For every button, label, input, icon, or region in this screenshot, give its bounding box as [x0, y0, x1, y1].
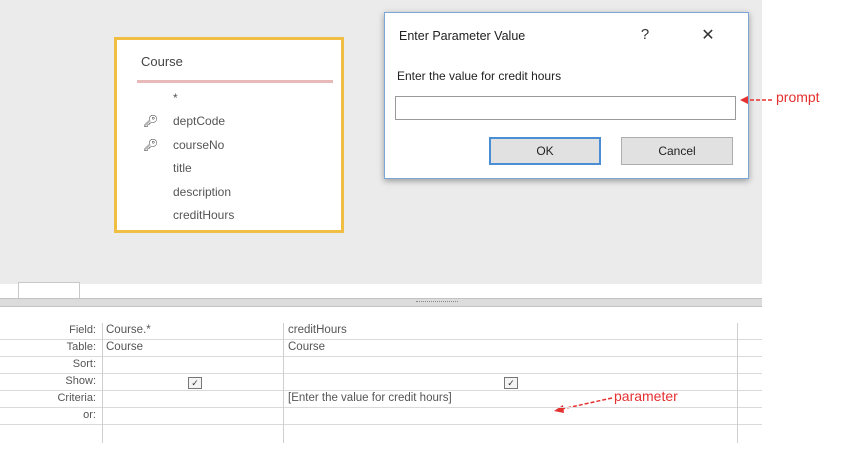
field-name: description	[173, 184, 232, 199]
field-item[interactable]: description	[143, 180, 234, 204]
help-icon[interactable]: ?	[635, 26, 655, 43]
cancel-button[interactable]: Cancel	[621, 137, 733, 165]
splitter-grip	[416, 301, 458, 304]
field-item[interactable]: title	[143, 157, 234, 181]
table-title-separator	[137, 80, 333, 83]
parameter-value-input[interactable]	[395, 96, 736, 120]
grid-row-field: Field: Course.* creditHours	[0, 323, 762, 341]
criteria-cell[interactable]: [Enter the value for credit hours]	[288, 392, 452, 404]
field-name: title	[173, 161, 192, 176]
field-item[interactable]: *	[143, 86, 234, 110]
table-title: Course	[141, 54, 183, 69]
ok-button[interactable]: OK	[489, 137, 601, 165]
grid-divider	[737, 323, 738, 443]
primary-key-icon: 🔑︎	[143, 137, 159, 152]
field-list: * 🔑︎ deptCode 🔑︎ courseNo title descriptio…	[143, 86, 234, 227]
grid-row-show: Show: ✓ ✓	[0, 374, 762, 392]
field-name: deptCode	[173, 114, 226, 129]
row-label: or:	[83, 409, 96, 421]
field-item[interactable]: creditHours	[143, 204, 234, 228]
right-margin	[762, 0, 847, 452]
row-label: Field:	[69, 324, 96, 336]
dialog-title: Enter Parameter Value	[399, 29, 526, 43]
field-item[interactable]: 🔑︎ courseNo	[143, 133, 234, 157]
grid-divider	[283, 323, 284, 443]
field-name: courseNo	[173, 137, 225, 152]
primary-key-icon: 🔑︎	[143, 114, 159, 129]
table-tab[interactable]	[18, 282, 80, 298]
row-label: Show:	[65, 375, 96, 387]
field-cell[interactable]: Course.*	[106, 324, 151, 336]
table-cell[interactable]: Course	[106, 341, 143, 353]
field-item[interactable]: 🔑︎ deptCode	[143, 110, 234, 134]
grid-row-criteria: Criteria: [Enter the value for credit ho…	[0, 391, 762, 409]
prompt-annotation: prompt	[776, 89, 820, 105]
show-checkbox-icon[interactable]: ✓	[188, 377, 202, 389]
show-checkbox-icon[interactable]: ✓	[504, 377, 518, 389]
grid-row-or: or:	[0, 408, 762, 426]
dialog-prompt: Enter the value for credit hours	[397, 69, 562, 83]
row-label: Criteria:	[57, 392, 96, 404]
table-cell[interactable]: Course	[288, 341, 325, 353]
row-label: Table:	[66, 341, 96, 353]
row-label: Sort:	[72, 358, 96, 370]
grid-divider	[102, 323, 103, 443]
enter-parameter-dialog: Enter Parameter Value ? ✕ Enter the valu…	[384, 12, 749, 179]
close-icon[interactable]: ✕	[697, 25, 719, 45]
pane-splitter[interactable]	[0, 298, 762, 307]
field-cell[interactable]: creditHours	[288, 324, 347, 336]
course-table-box[interactable]: Course * 🔑︎ deptCode 🔑︎ courseNo title des…	[114, 37, 344, 233]
grid-row-sort: Sort:	[0, 357, 762, 375]
field-name: creditHours	[173, 208, 235, 223]
grid-row-table: Table: Course Course	[0, 340, 762, 358]
prompt-arrow-icon	[740, 96, 772, 104]
field-name: *	[173, 90, 178, 105]
